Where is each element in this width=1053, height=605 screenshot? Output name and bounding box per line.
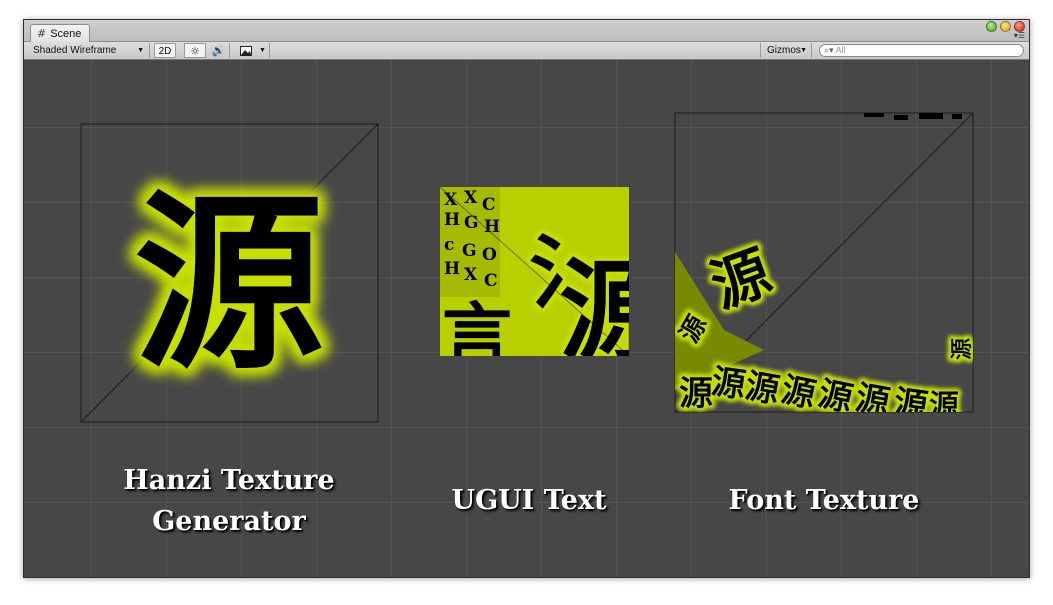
hanzi-glyph: 源 xyxy=(134,172,324,395)
search-input[interactable]: ⌕▾ All xyxy=(819,44,1024,57)
label-hanzi-line1: Hanzi Texture xyxy=(123,465,335,496)
sun-icon[interactable]: ☼ xyxy=(184,43,206,58)
svg-text:H: H xyxy=(444,210,460,230)
svg-text:X: X xyxy=(464,265,478,285)
svg-text:c: c xyxy=(444,235,454,255)
hanzi-texture-sprite[interactable]: 源 xyxy=(80,123,379,423)
gizmos-label: Gizmos xyxy=(767,45,801,56)
ugui-text-sprite[interactable]: XXC HGH cGO HXC 言 氵 源 xyxy=(439,186,669,377)
svg-text:G: G xyxy=(462,241,477,261)
panel-menu-icon[interactable]: ▾☰ xyxy=(1014,32,1025,40)
scene-toolbar: Shaded Wireframe ▼ 2D ☼ 🔊 ▼ Gizmos ▼ ⌕▾ … xyxy=(24,42,1029,60)
chevron-down-icon: ▼ xyxy=(137,47,144,54)
svg-text:源: 源 xyxy=(778,370,820,416)
label-hanzi-line2: Generator xyxy=(152,506,306,537)
search-placeholder: All xyxy=(835,45,846,55)
svg-text:O: O xyxy=(482,245,497,265)
svg-text:源: 源 xyxy=(852,378,892,423)
svg-text:源: 源 xyxy=(949,338,975,360)
chevron-down-icon: ▼ xyxy=(800,47,807,54)
svg-text:X: X xyxy=(464,188,478,208)
label-ugui-text: UGUI Text xyxy=(451,485,607,516)
effects-dropdown-caret[interactable]: ▼ xyxy=(256,43,270,58)
svg-text:C: C xyxy=(484,271,498,291)
scene-viewport[interactable]: 源 XXC HGH cGO HXC 言 氵 源 源 源 源 源 源 源 源 源 … xyxy=(24,60,1029,577)
svg-text:C: C xyxy=(482,195,496,215)
label-font-texture: Font Texture xyxy=(728,485,920,516)
gizmos-dropdown[interactable]: Gizmos ▼ xyxy=(760,43,812,58)
2d-toggle-button[interactable]: 2D xyxy=(154,43,176,58)
ugui-glyph: 源 xyxy=(559,247,669,376)
scene-window: # Scene ▾☰ Shaded Wireframe ▼ 2D ☼ 🔊 ▼ G… xyxy=(23,19,1030,578)
speaker-icon[interactable]: 🔊 xyxy=(208,43,230,58)
font-texture-sprite[interactable]: 源 源 源 源 源 源 源 源 源 源 源 xyxy=(674,112,975,427)
image-icon[interactable] xyxy=(236,43,256,58)
svg-text:源: 源 xyxy=(679,374,713,414)
svg-text:源: 源 xyxy=(929,389,959,424)
minimize-button[interactable] xyxy=(1000,21,1011,32)
svg-text:源: 源 xyxy=(742,366,782,411)
label-hanzi-texture-generator: Hanzi Texture Generator xyxy=(84,460,374,542)
zoom-button[interactable] xyxy=(986,21,997,32)
svg-text:源: 源 xyxy=(891,383,930,427)
tab-strip: # Scene ▾☰ xyxy=(24,20,1029,42)
draw-mode-value: Shaded Wireframe xyxy=(33,45,117,56)
grid-icon: # xyxy=(37,26,47,40)
svg-text:H: H xyxy=(444,259,460,279)
svg-text:言: 言 xyxy=(442,294,512,377)
svg-text:源: 源 xyxy=(815,374,857,420)
tab-scene-label: Scene xyxy=(50,27,82,40)
svg-text:G: G xyxy=(464,213,479,233)
image-icon-graphic xyxy=(240,46,252,56)
search-icon: ⌕▾ xyxy=(824,46,834,56)
font-glyph: 源 xyxy=(702,237,780,321)
draw-mode-dropdown[interactable]: Shaded Wireframe ▼ xyxy=(28,43,150,58)
tab-scene[interactable]: # Scene xyxy=(30,24,91,42)
